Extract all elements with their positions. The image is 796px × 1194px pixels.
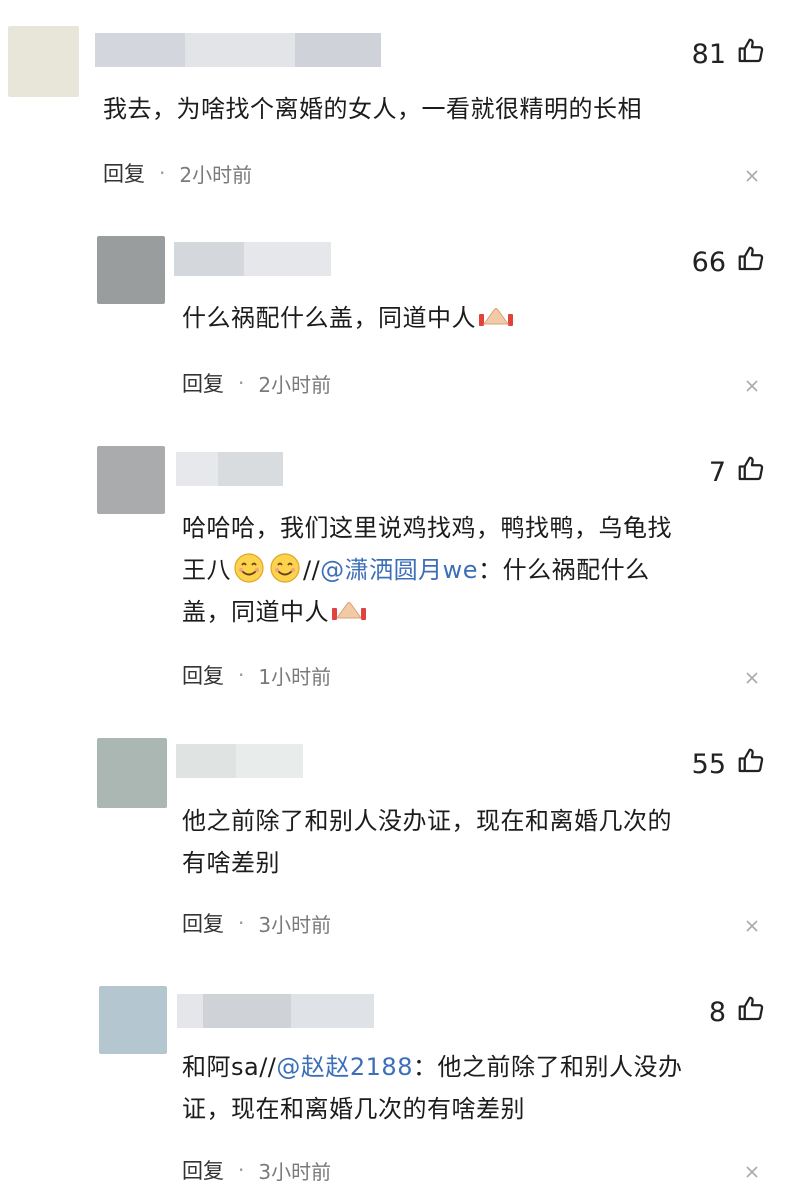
- like-control[interactable]: 81: [692, 36, 766, 73]
- close-icon[interactable]: [744, 918, 760, 934]
- timestamp: 3小时前: [258, 1159, 332, 1184]
- like-count: 8: [708, 997, 726, 1028]
- smile-emoji: [270, 553, 300, 583]
- like-control[interactable]: 7: [709, 454, 766, 491]
- reply-button[interactable]: 回复: [182, 908, 224, 938]
- avatar[interactable]: [97, 236, 165, 304]
- avatar[interactable]: [97, 446, 165, 514]
- like-count: 55: [691, 749, 726, 780]
- reply-button[interactable]: 回复: [103, 158, 145, 188]
- avatar[interactable]: [8, 26, 79, 97]
- comment-text: 他之前除了和别人没办证，现在和离婚几次的 有啥差别: [182, 800, 762, 884]
- close-icon[interactable]: [744, 378, 760, 394]
- user-mention-link[interactable]: @赵赵2188: [276, 1053, 413, 1081]
- comment-meta: 回复 · 3小时前: [182, 1155, 331, 1185]
- reply-button[interactable]: 回复: [182, 660, 224, 690]
- username-blurred[interactable]: [176, 744, 303, 778]
- praying-hands-emoji: [479, 308, 513, 326]
- username-blurred[interactable]: [176, 452, 283, 486]
- comment-text-line: 王八 //@潇洒圆月we：什么祸配什么: [182, 549, 762, 591]
- comment-text-line: 和阿sa//@赵赵2188：他之前除了和别人没办: [182, 1046, 762, 1088]
- reply-button[interactable]: 回复: [182, 1155, 224, 1185]
- user-mention-link[interactable]: @潇洒圆月we: [320, 556, 478, 584]
- username-blurred[interactable]: [177, 994, 374, 1028]
- avatar[interactable]: [99, 986, 167, 1054]
- comment-text-line: 盖，同道中人: [182, 591, 762, 633]
- comment-text-line: 有啥差别: [182, 849, 280, 877]
- separator-dot: ·: [238, 663, 245, 687]
- comment-meta: 回复 · 2小时前: [182, 368, 331, 398]
- close-icon[interactable]: [744, 1164, 760, 1180]
- comment-text: 哈哈哈，我们这里说鸡找鸡，鸭找鸭，乌龟找 王八//@潇洒圆月we：什么祸配什么 …: [182, 507, 762, 633]
- comment-text-fragment: ：什么祸配什么: [478, 556, 650, 584]
- like-control[interactable]: 8: [709, 994, 766, 1031]
- timestamp: 2小时前: [258, 372, 332, 397]
- separator-dot: ·: [159, 161, 166, 185]
- smile-emoji: [234, 553, 264, 583]
- thumbs-up-icon[interactable]: [736, 244, 766, 281]
- comment-meta: 回复 · 1小时前: [182, 660, 331, 690]
- comment-text: 什么祸配什么盖，同道中人: [182, 297, 514, 339]
- comment-text-line: 他之前除了和别人没办证，现在和离婚几次的: [182, 807, 672, 835]
- thumbs-up-icon[interactable]: [736, 454, 766, 491]
- username-blurred[interactable]: [95, 33, 381, 67]
- close-icon[interactable]: [744, 670, 760, 686]
- comment-text: 我去，为啥找个离婚的女人，一看就很精明的长相: [103, 95, 642, 123]
- comment-text-body: 什么祸配什么盖，同道中人: [182, 304, 476, 332]
- like-count: 66: [691, 247, 726, 278]
- comment-text-fragment: 王八: [182, 556, 231, 584]
- like-count: 81: [691, 39, 726, 70]
- separator-dot: ·: [238, 371, 245, 395]
- thumbs-up-icon[interactable]: [736, 746, 766, 783]
- comment-text-line: 哈哈哈，我们这里说鸡找鸡，鸭找鸭，乌龟找: [182, 514, 672, 542]
- thumbs-up-icon[interactable]: [736, 36, 766, 73]
- avatar[interactable]: [97, 738, 167, 808]
- comment-text: 和阿sa//@赵赵2188：他之前除了和别人没办 证，现在和离婚几次的有啥差别: [182, 1046, 762, 1130]
- comment-text-fragment: //: [303, 556, 321, 584]
- comment-meta: 回复 · 3小时前: [182, 908, 331, 938]
- comment-meta: 回复 · 2小时前: [103, 158, 252, 188]
- like-control[interactable]: 66: [692, 244, 766, 281]
- like-control[interactable]: 55: [692, 746, 766, 783]
- username-blurred[interactable]: [174, 242, 331, 276]
- comment-text-fragment: 和阿sa//: [182, 1053, 277, 1081]
- comment-text-fragment: 盖，同道中人: [182, 598, 329, 626]
- close-icon[interactable]: [744, 168, 760, 184]
- praying-hands-emoji: [332, 602, 366, 620]
- comment-text-line: 证，现在和离婚几次的有啥差别: [182, 1095, 525, 1123]
- timestamp: 2小时前: [179, 162, 253, 187]
- separator-dot: ·: [238, 911, 245, 935]
- comment-text-fragment: ：他之前除了和别人没办: [412, 1053, 683, 1081]
- like-count: 7: [708, 457, 726, 488]
- separator-dot: ·: [238, 1158, 245, 1182]
- reply-button[interactable]: 回复: [182, 368, 224, 398]
- timestamp: 3小时前: [258, 912, 332, 937]
- timestamp: 1小时前: [258, 664, 332, 689]
- thumbs-up-icon[interactable]: [736, 994, 766, 1031]
